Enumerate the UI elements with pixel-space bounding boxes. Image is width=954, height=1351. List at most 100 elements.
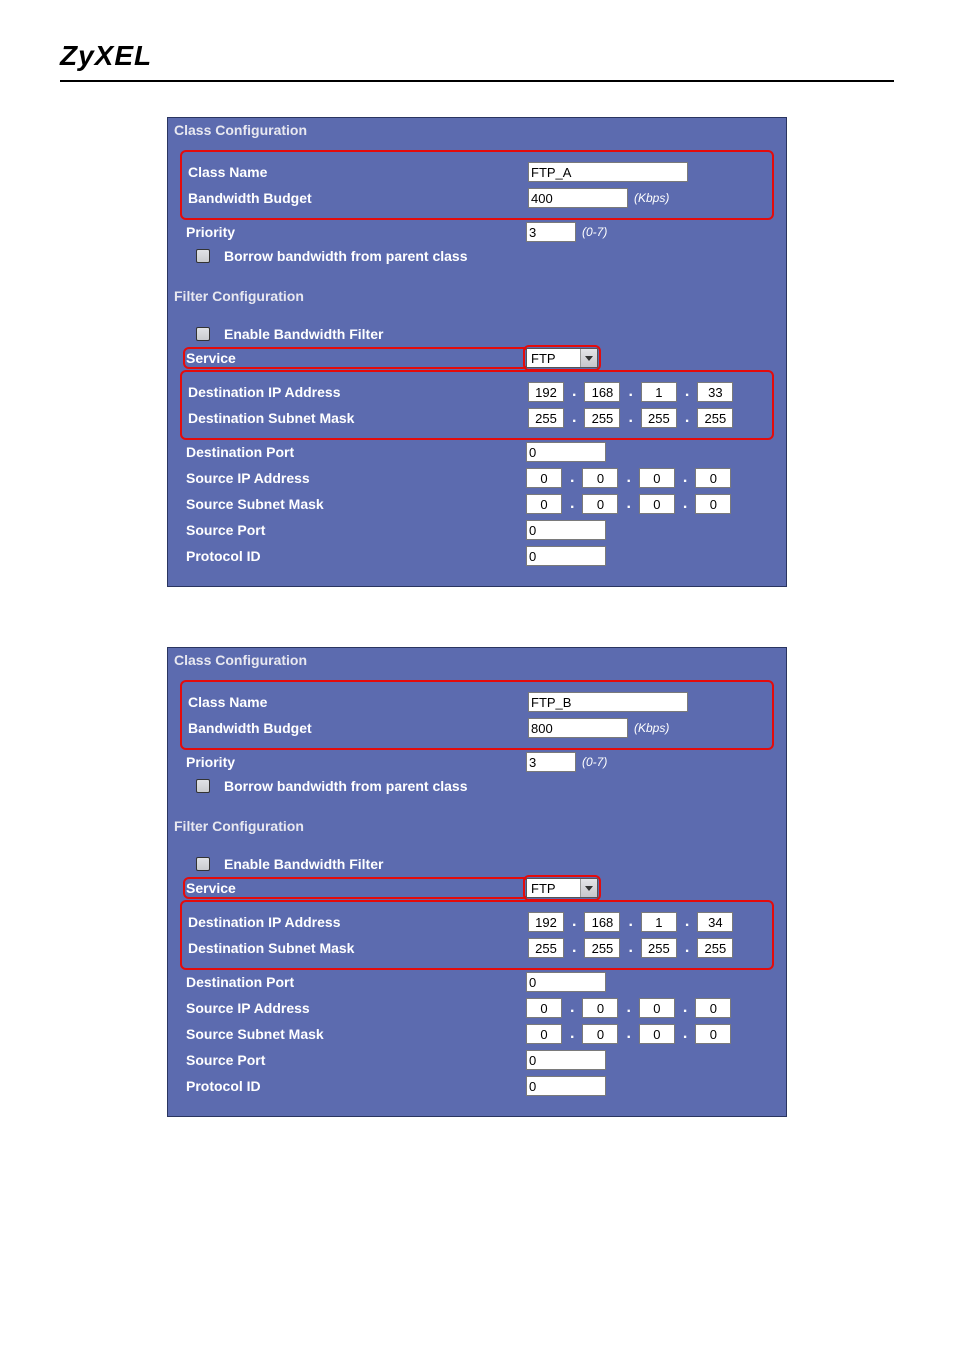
borrow-bw-checkbox[interactable] bbox=[196, 249, 210, 263]
bandwidth-budget-input[interactable] bbox=[528, 188, 628, 208]
chevron-down-icon bbox=[580, 879, 597, 897]
class-name-input[interactable] bbox=[528, 692, 688, 712]
class-config-panel-a: Class Configuration Class Name Bandwidth… bbox=[167, 117, 787, 587]
dest-ip-oct3[interactable] bbox=[641, 382, 677, 402]
bandwidth-unit: (Kbps) bbox=[634, 721, 669, 735]
borrow-bw-label: Borrow bandwidth from parent class bbox=[186, 778, 526, 794]
src-mask-oct1[interactable] bbox=[526, 494, 562, 514]
dest-mask-oct2[interactable] bbox=[584, 408, 620, 428]
dest-mask-oct2[interactable] bbox=[584, 938, 620, 958]
enable-filter-label: Enable Bandwidth Filter bbox=[186, 326, 526, 342]
src-ip-oct1[interactable] bbox=[526, 468, 562, 488]
dest-mask-oct3[interactable] bbox=[641, 938, 677, 958]
src-ip-oct2[interactable] bbox=[582, 468, 618, 488]
borrow-bw-text: Borrow bandwidth from parent class bbox=[224, 248, 467, 264]
dest-ip-oct4[interactable] bbox=[697, 382, 733, 402]
borrow-bw-label: Borrow bandwidth from parent class bbox=[186, 248, 526, 264]
class-name-budget-highlight: Class Name Bandwidth Budget (Kbps) bbox=[180, 680, 774, 750]
brand-logo: ZyXEL bbox=[60, 40, 894, 72]
priority-range: (0-7) bbox=[582, 225, 607, 239]
dest-port-input[interactable] bbox=[526, 442, 606, 462]
dest-mask-oct4[interactable] bbox=[697, 408, 733, 428]
src-mask-oct2[interactable] bbox=[582, 1024, 618, 1044]
src-port-input[interactable] bbox=[526, 1050, 606, 1070]
dest-port-label: Destination Port bbox=[186, 974, 526, 990]
dest-ip-oct3[interactable] bbox=[641, 912, 677, 932]
src-mask-label: Source Subnet Mask bbox=[186, 1026, 526, 1042]
dest-ip-oct1[interactable] bbox=[528, 912, 564, 932]
dest-ip-oct1[interactable] bbox=[528, 382, 564, 402]
priority-range: (0-7) bbox=[582, 755, 607, 769]
src-ip-label: Source IP Address bbox=[186, 1000, 526, 1016]
src-mask-input: . . . bbox=[526, 494, 731, 514]
chevron-down-icon bbox=[580, 349, 597, 367]
src-ip-oct1[interactable] bbox=[526, 998, 562, 1018]
header-divider bbox=[60, 80, 894, 82]
src-ip-oct4[interactable] bbox=[695, 468, 731, 488]
dest-mask-label: Destination Subnet Mask bbox=[188, 940, 528, 956]
bandwidth-unit: (Kbps) bbox=[634, 191, 669, 205]
borrow-bw-checkbox[interactable] bbox=[196, 779, 210, 793]
dest-ip-oct4[interactable] bbox=[697, 912, 733, 932]
dest-mask-label: Destination Subnet Mask bbox=[188, 410, 528, 426]
service-select[interactable]: FTP bbox=[526, 878, 598, 898]
src-mask-label: Source Subnet Mask bbox=[186, 496, 526, 512]
protocol-id-input[interactable] bbox=[526, 546, 606, 566]
src-ip-input: . . . bbox=[526, 998, 731, 1018]
service-select-value: FTP bbox=[531, 351, 580, 366]
dest-port-label: Destination Port bbox=[186, 444, 526, 460]
service-select-value: FTP bbox=[531, 881, 580, 896]
src-mask-oct4[interactable] bbox=[695, 494, 731, 514]
src-ip-oct3[interactable] bbox=[639, 468, 675, 488]
bandwidth-budget-label: Bandwidth Budget bbox=[188, 190, 528, 206]
priority-input[interactable] bbox=[526, 222, 576, 242]
src-ip-input: . . . bbox=[526, 468, 731, 488]
protocol-id-label: Protocol ID bbox=[186, 1078, 526, 1094]
class-config-title: Class Configuration bbox=[168, 648, 786, 672]
dest-ip-mask-highlight: Destination IP Address . . . Destination… bbox=[180, 900, 774, 970]
src-mask-oct1[interactable] bbox=[526, 1024, 562, 1044]
class-name-label: Class Name bbox=[188, 164, 528, 180]
dest-mask-oct4[interactable] bbox=[697, 938, 733, 958]
enable-filter-text: Enable Bandwidth Filter bbox=[224, 326, 383, 342]
enable-filter-checkbox[interactable] bbox=[196, 327, 210, 341]
dest-port-input[interactable] bbox=[526, 972, 606, 992]
dest-mask-input: . . . bbox=[528, 408, 733, 428]
filter-config-title: Filter Configuration bbox=[168, 814, 786, 838]
src-port-label: Source Port bbox=[186, 522, 526, 538]
src-port-label: Source Port bbox=[186, 1052, 526, 1068]
dest-mask-oct1[interactable] bbox=[528, 938, 564, 958]
dest-ip-oct2[interactable] bbox=[584, 912, 620, 932]
src-ip-oct4[interactable] bbox=[695, 998, 731, 1018]
enable-filter-text: Enable Bandwidth Filter bbox=[224, 856, 383, 872]
dest-ip-label: Destination IP Address bbox=[188, 914, 528, 930]
service-select[interactable]: FTP bbox=[526, 348, 598, 368]
service-select-highlight: FTP bbox=[526, 348, 598, 368]
class-name-budget-highlight: Class Name Bandwidth Budget (Kbps) bbox=[180, 150, 774, 220]
src-mask-oct4[interactable] bbox=[695, 1024, 731, 1044]
src-mask-input: . . . bbox=[526, 1024, 731, 1044]
enable-filter-label: Enable Bandwidth Filter bbox=[186, 856, 526, 872]
enable-filter-checkbox[interactable] bbox=[196, 857, 210, 871]
priority-input[interactable] bbox=[526, 752, 576, 772]
bandwidth-budget-label: Bandwidth Budget bbox=[188, 720, 528, 736]
src-ip-label: Source IP Address bbox=[186, 470, 526, 486]
service-label: Service bbox=[186, 880, 526, 896]
dest-ip-label: Destination IP Address bbox=[188, 384, 528, 400]
dest-ip-mask-highlight: Destination IP Address . . . Destination… bbox=[180, 370, 774, 440]
src-ip-oct3[interactable] bbox=[639, 998, 675, 1018]
protocol-id-input[interactable] bbox=[526, 1076, 606, 1096]
src-port-input[interactable] bbox=[526, 520, 606, 540]
dest-ip-oct2[interactable] bbox=[584, 382, 620, 402]
dest-ip-input: . . . bbox=[528, 382, 733, 402]
src-mask-oct2[interactable] bbox=[582, 494, 618, 514]
src-mask-oct3[interactable] bbox=[639, 1024, 675, 1044]
src-ip-oct2[interactable] bbox=[582, 998, 618, 1018]
dest-mask-oct3[interactable] bbox=[641, 408, 677, 428]
bandwidth-budget-input[interactable] bbox=[528, 718, 628, 738]
src-mask-oct3[interactable] bbox=[639, 494, 675, 514]
dest-mask-oct1[interactable] bbox=[528, 408, 564, 428]
class-config-title: Class Configuration bbox=[168, 118, 786, 142]
class-name-input[interactable] bbox=[528, 162, 688, 182]
filter-config-title: Filter Configuration bbox=[168, 284, 786, 308]
